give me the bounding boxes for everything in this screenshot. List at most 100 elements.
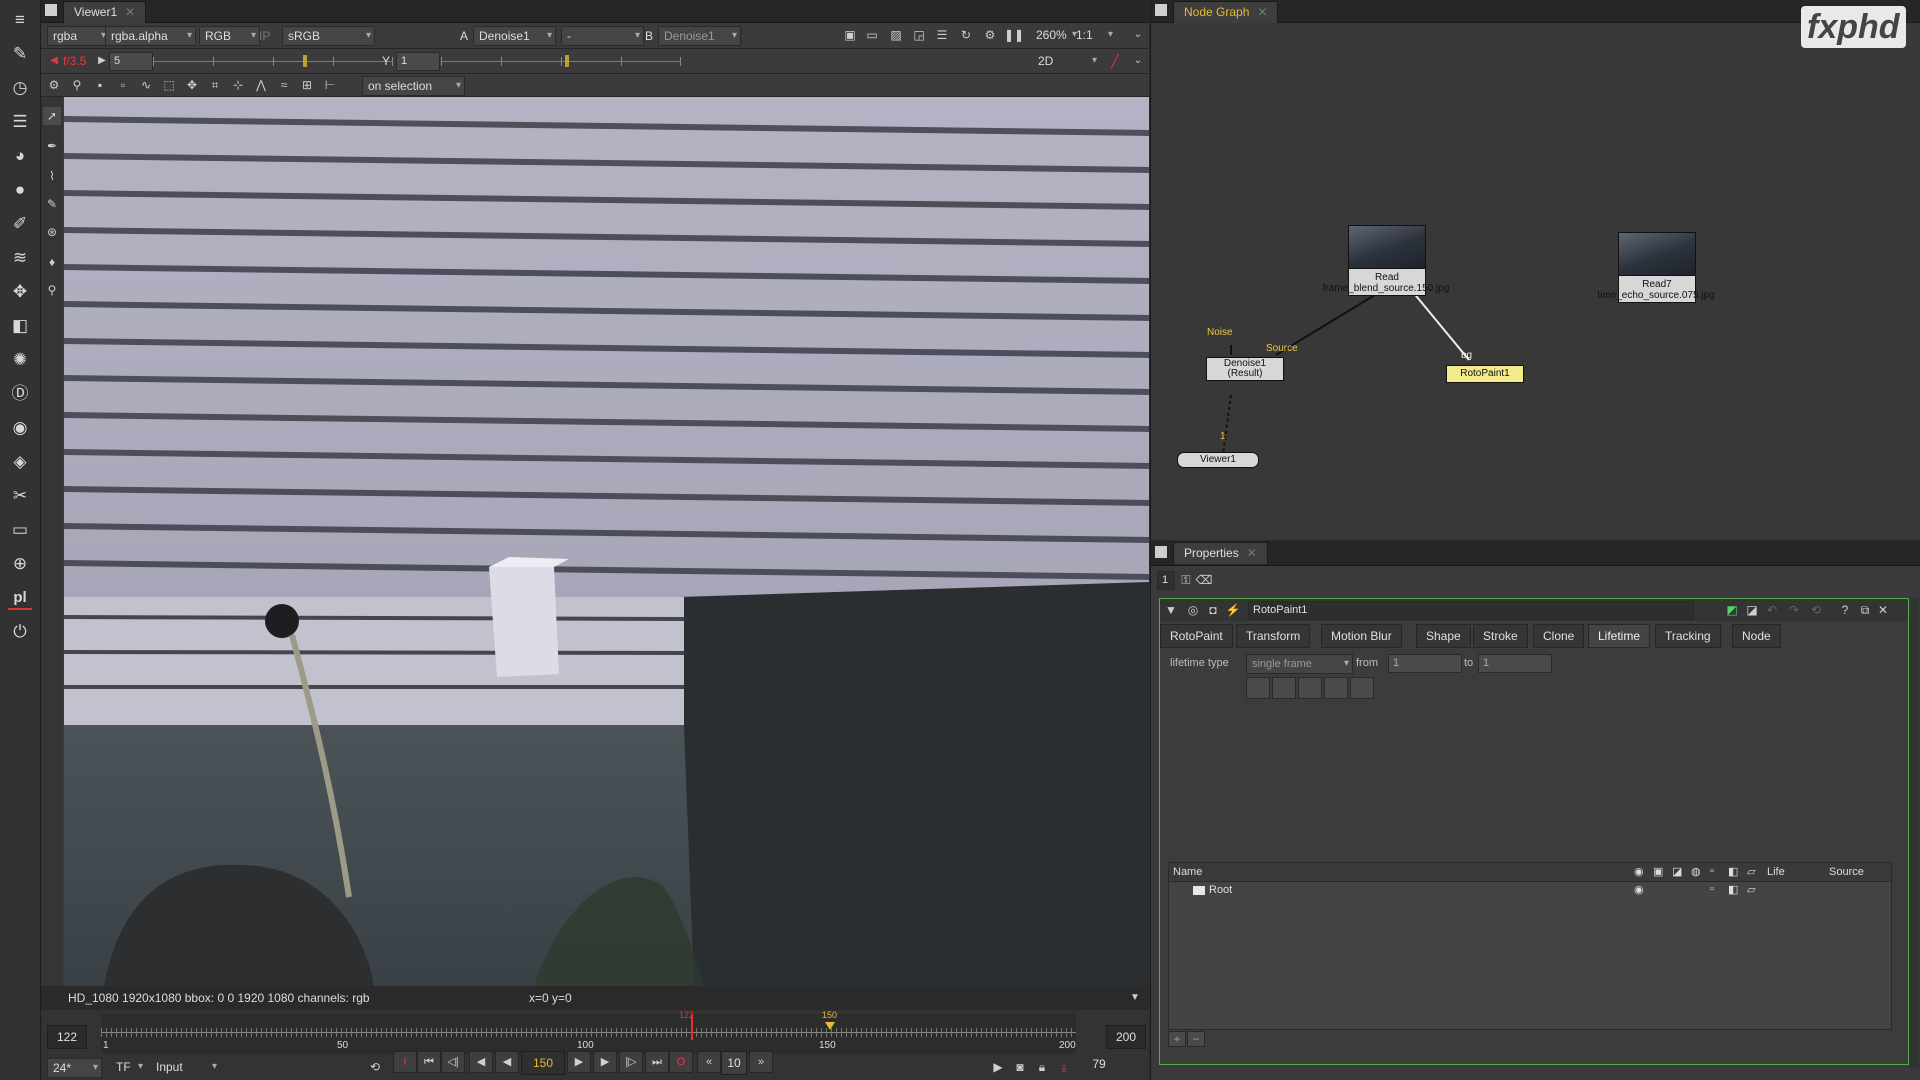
gain-field[interactable]: 5 [109, 52, 153, 71]
lifetime-start-button[interactable] [1272, 677, 1296, 699]
display-dropdown[interactable]: RGB [199, 26, 260, 46]
in-frame-field[interactable]: 122 [47, 1025, 87, 1049]
collapse-icon[interactable]: ▼ [1162, 601, 1180, 619]
col-name[interactable]: Name [1173, 866, 1202, 878]
mode-dropdown[interactable]: Input [151, 1058, 220, 1076]
gear-icon[interactable]: ⚙ [45, 76, 63, 94]
next-key-button[interactable]: |▷ [619, 1051, 643, 1073]
blend-toggle[interactable]: ◧ [1728, 883, 1738, 896]
color-swatch-icon[interactable]: ◩ [1723, 601, 1741, 619]
invert-icon[interactable]: ▫ [1710, 865, 1714, 877]
tab-node[interactable]: Node [1732, 624, 1781, 648]
chevron-down-icon[interactable]: ⌄ [1129, 26, 1147, 44]
tab-properties[interactable]: Properties ✕ [1173, 542, 1268, 564]
lock-icon[interactable]: ⚿ [1177, 571, 1195, 589]
viewer-image[interactable] [64, 97, 1149, 986]
tab-clone[interactable]: Clone [1533, 624, 1585, 648]
box-select-icon[interactable]: ⬚ [160, 76, 178, 94]
particles-icon[interactable]: ✺ [8, 348, 32, 372]
motion-blur-icon[interactable]: ▱ [1747, 865, 1755, 878]
node-name-field[interactable]: RotoPaint1 [1248, 601, 1694, 620]
layer-dropdown[interactable]: rgba [47, 26, 110, 46]
ratio-dropdown[interactable]: 1:1 [1071, 26, 1116, 44]
max-panels-field[interactable]: 1 [1157, 571, 1175, 590]
tab-tracking[interactable]: Tracking [1655, 624, 1721, 648]
motion-blur-toggle[interactable]: ▱ [1747, 883, 1755, 896]
color-wheel-icon[interactable]: ◕ [8, 144, 32, 168]
timeline-scale[interactable]: 1 50 100 150 200 122 150 [101, 1010, 1076, 1054]
brush-icon[interactable]: ✐ [8, 212, 32, 236]
film-icon[interactable]: ◘ [1204, 601, 1222, 619]
revert-icon[interactable]: ⟲ [1807, 601, 1825, 619]
lock-icon[interactable]: ▣ [1653, 865, 1663, 878]
prev-key-button[interactable]: ◁| [441, 1051, 465, 1073]
lifetime-end-button[interactable] [1324, 677, 1348, 699]
in-point-button[interactable]: I [393, 1051, 417, 1073]
refresh-icon[interactable]: ↻ [957, 26, 975, 44]
layers-icon[interactable]: ☰ [8, 110, 32, 134]
clip-icon[interactable]: ◲ [910, 26, 928, 44]
current-frame-marker[interactable] [825, 1022, 835, 1030]
step-back-button[interactable]: ◀ [469, 1051, 493, 1073]
panel-menu-icon[interactable] [45, 4, 57, 16]
label-icon[interactable]: ⊢ [321, 76, 339, 94]
eye-icon[interactable]: ◉ [1634, 865, 1644, 878]
clear-icon[interactable]: ⌫ [1195, 571, 1213, 589]
col-source[interactable]: Source [1829, 866, 1864, 878]
remove-item-button[interactable]: − [1187, 1031, 1205, 1047]
out-frame-field[interactable]: 200 [1106, 1025, 1146, 1049]
tangent-icon[interactable]: ⊹ [229, 76, 247, 94]
tool-icon[interactable]: ⚡ [1224, 601, 1242, 619]
help-icon[interactable]: ? [1836, 601, 1854, 619]
tab-shape[interactable]: Shape [1416, 624, 1471, 648]
current-frame-field[interactable]: 150 [521, 1051, 565, 1075]
lifetime-type-dropdown[interactable]: single frame [1246, 654, 1353, 674]
properties-scrollbar[interactable] [1909, 598, 1919, 1068]
tab-viewer1[interactable]: Viewer1 ✕ [63, 1, 147, 23]
close-icon[interactable]: ✕ [1874, 601, 1892, 619]
lifetime-range-button[interactable] [1350, 677, 1374, 699]
frame-icon[interactable]: ▭ [863, 26, 881, 44]
viewer-toggle-icon[interactable]: ◎ [1184, 601, 1202, 619]
rotopaint-node[interactable]: RotoPaint1 [1446, 365, 1524, 383]
wrench-icon[interactable]: ✂ [8, 484, 32, 508]
clone-icon[interactable]: ⊛ [43, 223, 61, 241]
pen-add-icon[interactable]: ✒ [43, 137, 61, 155]
pencil-icon[interactable]: ✎ [8, 42, 32, 66]
first-frame-button[interactable]: ⏮ [417, 1051, 441, 1073]
gamma-slider[interactable] [441, 54, 681, 68]
node-color-icon[interactable]: ◪ [1743, 601, 1761, 619]
gear-icon[interactable]: ⚙ [981, 26, 999, 44]
smooth-icon[interactable]: ≈ [275, 76, 293, 94]
blur-drop-icon[interactable]: ♦ [43, 253, 61, 271]
play-button[interactable]: ▶ [567, 1051, 591, 1073]
step-forward-button[interactable]: ▶ [593, 1051, 617, 1073]
close-icon[interactable]: ✕ [125, 5, 135, 19]
tab-transform[interactable]: Transform [1236, 624, 1311, 648]
lifetime-single-button[interactable] [1298, 677, 1322, 699]
compare-op-dropdown[interactable]: - [561, 26, 644, 46]
tab-lifetime[interactable]: Lifetime [1588, 624, 1651, 648]
cube-icon[interactable]: ◧ [8, 314, 32, 338]
play-back-button[interactable]: ◀ [495, 1051, 519, 1073]
color-icon[interactable]: ◍ [1691, 865, 1701, 878]
paint-brush-icon[interactable]: ✎ [43, 195, 61, 213]
redo-icon[interactable]: ↷ [1785, 601, 1803, 619]
loop-icon[interactable]: ⟲ [366, 1058, 384, 1076]
link-icon[interactable]: ⚲ [68, 76, 86, 94]
gain-slider-handle[interactable] [303, 55, 307, 67]
triangle-down-icon[interactable]: ▼ [1126, 989, 1144, 1007]
list-icon[interactable]: ☰ [933, 26, 951, 44]
select-icon[interactable]: ➚ [43, 107, 61, 125]
curves-row-root[interactable]: Root ◉ ▫ ◧ ▱ [1169, 882, 1891, 900]
d-icon[interactable]: Ⓓ [8, 382, 32, 406]
invert-toggle[interactable]: ▫ [1710, 883, 1714, 895]
lock-icon[interactable]: 🔒︎ [1033, 1058, 1051, 1076]
out-point-button[interactable]: O [669, 1051, 693, 1073]
col-life[interactable]: Life [1767, 866, 1785, 878]
layer-icon[interactable]: ▭ [8, 518, 32, 542]
input-b-dropdown[interactable]: Denoise1 [658, 26, 741, 46]
blend-icon[interactable]: ◧ [1728, 865, 1738, 878]
tag-icon[interactable]: ◈ [8, 450, 32, 474]
curve-icon[interactable]: ∿ [137, 76, 155, 94]
